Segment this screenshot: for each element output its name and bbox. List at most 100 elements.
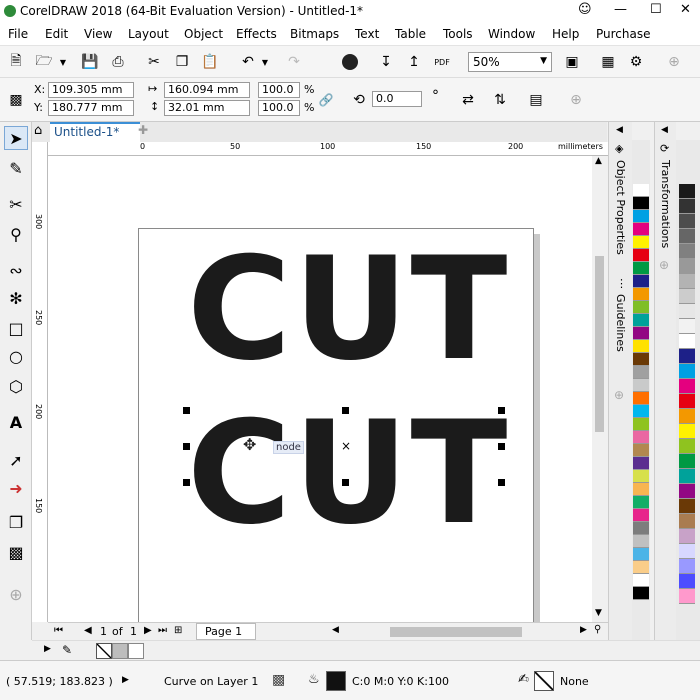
minimize-button[interactable]: — <box>614 2 627 17</box>
import-icon[interactable]: ↧ <box>376 52 396 72</box>
cut-icon[interactable]: ✂ <box>144 52 164 72</box>
docker-object-properties[interactable]: ◀ ◈ Object Properties ⋮ Guidelines ⊕ <box>608 122 632 640</box>
ruler-horizontal[interactable]: 0 50 100 150 200 millimeters <box>48 142 608 156</box>
color-swatch[interactable] <box>679 589 695 604</box>
color-swatch[interactable] <box>633 366 649 379</box>
color-swatch[interactable] <box>679 199 695 214</box>
color-swatch[interactable] <box>633 535 649 548</box>
menu-effects[interactable]: Effects <box>236 27 277 41</box>
color-swatch[interactable] <box>633 197 649 210</box>
color-swatch[interactable] <box>633 301 649 314</box>
polygon-tool-icon[interactable]: ⬡ <box>4 374 28 398</box>
mirror-horizontal-icon[interactable]: ⇄ <box>458 90 478 110</box>
white-swatch[interactable] <box>128 643 144 659</box>
color-swatch[interactable] <box>633 340 649 353</box>
height-field[interactable]: 32.01 mm <box>164 100 250 116</box>
rotation-field[interactable]: 0.0 <box>372 91 422 107</box>
color-swatch[interactable] <box>679 379 695 394</box>
color-swatch[interactable] <box>679 364 695 379</box>
color-swatch[interactable] <box>633 509 649 522</box>
color-swatch[interactable] <box>679 349 695 364</box>
color-swatch[interactable] <box>633 262 649 275</box>
last-page-icon[interactable]: ⏭ <box>158 625 167 636</box>
menu-object[interactable]: Object <box>184 27 223 41</box>
color-swatch[interactable] <box>679 409 695 424</box>
color-swatch[interactable] <box>679 274 695 289</box>
drop-shadow-icon[interactable]: ❐ <box>4 510 28 534</box>
artistic-media-icon[interactable]: ✻ <box>4 286 28 310</box>
menu-layout[interactable]: Layout <box>128 27 169 41</box>
first-page-icon[interactable]: ⏮ <box>54 625 63 636</box>
color-swatch[interactable] <box>633 574 649 587</box>
eyedropper-icon[interactable]: ✎ <box>62 643 72 657</box>
color-swatch[interactable] <box>633 405 649 418</box>
color-swatch[interactable] <box>633 184 649 197</box>
print-icon[interactable]: ⎙ <box>108 52 128 72</box>
color-swatch[interactable] <box>679 559 695 574</box>
color-swatch[interactable] <box>633 483 649 496</box>
undo-dropdown-icon[interactable]: ▼ <box>260 52 270 72</box>
undo-icon[interactable]: ↶ <box>238 52 258 72</box>
selection-handle[interactable] <box>183 479 190 486</box>
chevron-down-icon[interactable]: ▼ <box>58 52 68 72</box>
add-icon[interactable]: ⊕ <box>566 90 586 110</box>
export-icon[interactable]: ↥ <box>404 52 424 72</box>
align-icon[interactable]: ▤ <box>526 90 546 110</box>
search-content-icon[interactable] <box>340 52 360 72</box>
color-swatch[interactable] <box>633 522 649 535</box>
color-swatch[interactable] <box>679 229 695 244</box>
add-icon[interactable]: ⊕ <box>664 52 684 72</box>
object-properties-tab[interactable]: Object Properties <box>614 160 627 255</box>
add-tool-icon[interactable]: ⊕ <box>4 582 28 606</box>
paste-icon[interactable]: 📋 <box>200 52 220 72</box>
color-swatch[interactable] <box>633 379 649 392</box>
selection-handle[interactable] <box>498 443 505 450</box>
color-swatch[interactable] <box>633 392 649 405</box>
color-swatch[interactable] <box>633 223 649 236</box>
fill-color-swatch[interactable] <box>326 671 346 691</box>
gray-swatch[interactable] <box>112 643 128 659</box>
add-docker-icon[interactable]: ⊕ <box>614 388 624 402</box>
transformations-tab[interactable]: Transformations <box>659 160 672 248</box>
scroll-left-icon[interactable]: ◀ <box>332 625 339 635</box>
color-swatch[interactable] <box>679 454 695 469</box>
scroll-down-icon[interactable]: ▼ <box>595 608 602 618</box>
pdf-icon[interactable]: PDF <box>432 52 452 72</box>
color-swatch[interactable] <box>679 244 695 259</box>
copy-icon[interactable]: ❐ <box>172 52 192 72</box>
color-palette-2[interactable] <box>679 184 695 604</box>
crop-tool-icon[interactable]: ✂ <box>4 192 28 216</box>
selection-handle[interactable] <box>498 407 505 414</box>
color-swatch[interactable] <box>679 319 695 334</box>
add-docker-icon[interactable]: ⊕ <box>659 258 669 272</box>
scroll-right-icon[interactable]: ▶ <box>580 625 587 635</box>
maximize-button[interactable]: ☐ <box>650 2 662 17</box>
collapse-icon[interactable]: ◀ <box>661 125 668 135</box>
color-swatch[interactable] <box>679 394 695 409</box>
new-document-icon[interactable]: 🗎 <box>6 52 26 72</box>
text-object-top[interactable]: CUT <box>187 239 509 381</box>
add-page-icon[interactable]: ⊞ <box>174 625 182 636</box>
color-swatch[interactable] <box>633 288 649 301</box>
color-swatch[interactable] <box>679 184 695 199</box>
transparency-tool-icon[interactable]: ▩ <box>4 540 28 564</box>
color-swatch[interactable] <box>633 353 649 366</box>
rectangle-tool-icon[interactable]: □ <box>4 316 28 340</box>
open-folder-icon[interactable]: 🗁 <box>34 52 54 72</box>
profile-icon[interactable]: ☺ <box>578 2 592 17</box>
color-swatch[interactable] <box>633 210 649 223</box>
color-swatch[interactable] <box>633 561 649 574</box>
menu-tools[interactable]: Tools <box>443 27 473 41</box>
selection-handle[interactable] <box>498 479 505 486</box>
color-swatch[interactable] <box>679 484 695 499</box>
ellipse-tool-icon[interactable]: ○ <box>4 344 28 368</box>
color-swatch[interactable] <box>679 544 695 559</box>
scroll-up-icon[interactable]: ▲ <box>595 156 602 166</box>
selection-handle[interactable] <box>183 443 190 450</box>
menu-table[interactable]: Table <box>395 27 426 41</box>
vertical-scrollbar[interactable]: ▲ ▼ <box>592 156 607 622</box>
application-launcher-icon[interactable]: ▦ <box>598 52 618 72</box>
zoom-select[interactable]: 50% ▼ <box>468 52 552 72</box>
color-swatch[interactable] <box>679 424 695 439</box>
parallel-dimension-icon[interactable]: ➚ <box>4 448 28 472</box>
